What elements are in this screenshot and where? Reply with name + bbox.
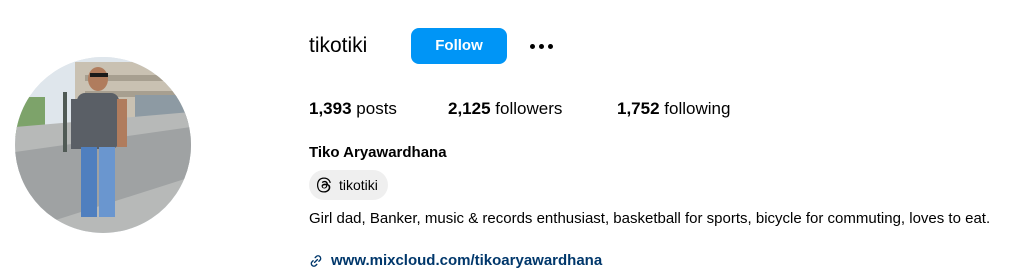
avatar-photo <box>15 57 191 233</box>
profile-full-name: Tiko Aryawardhana <box>309 144 447 161</box>
profile-username: tikotiki <box>309 34 368 57</box>
posts-count: 1,393 <box>309 99 352 118</box>
more-dot <box>538 43 544 49</box>
threads-handle: tikotiki <box>339 177 378 193</box>
followers-label: followers <box>495 99 563 118</box>
following-label: following <box>664 99 731 118</box>
following-stat[interactable]: 1,752 following <box>617 97 730 121</box>
followers-stat[interactable]: 2,125 followers <box>448 97 562 121</box>
more-dot <box>547 43 553 49</box>
threads-icon <box>317 177 331 193</box>
posts-label: posts <box>356 99 397 118</box>
profile-link-row: www.mixcloud.com/tikoaryawardhana <box>309 251 602 271</box>
profile-external-link[interactable]: www.mixcloud.com/tikoaryawardhana <box>331 251 602 271</box>
more-dot <box>529 43 535 49</box>
more-options-icon[interactable] <box>524 34 558 58</box>
threads-badge[interactable]: tikotiki <box>309 170 388 200</box>
profile-bio: Girl dad, Banker, music & records enthus… <box>309 210 991 227</box>
profile-avatar[interactable] <box>15 57 191 233</box>
link-icon <box>310 255 322 267</box>
follow-button[interactable]: Follow <box>411 28 507 64</box>
followers-count: 2,125 <box>448 99 491 118</box>
following-count: 1,752 <box>617 99 660 118</box>
posts-stat[interactable]: 1,393 posts <box>309 97 397 121</box>
